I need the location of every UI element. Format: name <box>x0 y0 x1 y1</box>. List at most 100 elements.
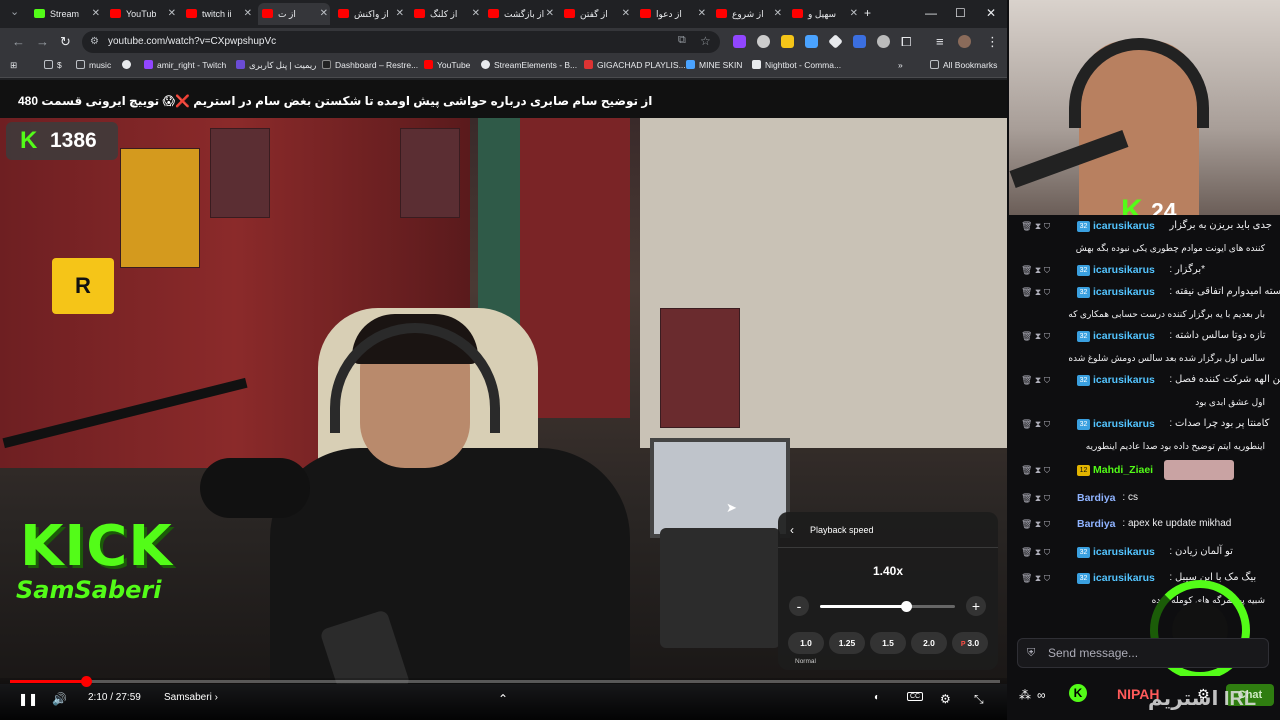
extensions-puzzle-icon[interactable]: ⧠ <box>901 34 911 50</box>
chat-username[interactable]: Bardiya <box>1077 487 1116 509</box>
chat-username[interactable]: icarusikarus <box>1093 325 1155 347</box>
chat-username[interactable]: icarusikarus <box>1093 567 1155 589</box>
moderation-tools-icon[interactable]: 🗑 ⧗ ⛉ <box>1021 259 1050 281</box>
emote-dots-icon[interactable]: ⁂ <box>1019 688 1031 702</box>
extension-icon[interactable] <box>828 34 843 49</box>
all-bookmarks-item[interactable]: All Bookmarks <box>930 60 997 70</box>
tab-8[interactable]: از دعوا ✕ <box>636 3 708 25</box>
chat-username[interactable]: icarusikarus <box>1093 281 1155 303</box>
close-tab-icon[interactable]: ✕ <box>622 3 630 25</box>
moderation-tools-icon[interactable]: 🗑 ⧗ ⛉ <box>1021 459 1050 481</box>
bookmark-item[interactable]: $ <box>44 60 62 70</box>
video-player[interactable]: R K 1386 KICK SamSaberi ‹ Playback speed… <box>0 118 1007 684</box>
bookmark-item[interactable]: amir_right - Twitch <box>144 60 226 70</box>
speed-preset-chip[interactable]: 2.0 <box>911 632 947 654</box>
back-icon[interactable]: ← <box>12 34 25 49</box>
browser-menu-icon[interactable]: ⋮ <box>986 34 999 50</box>
volume-icon[interactable]: 🔊 <box>52 692 67 706</box>
moderation-tools-icon[interactable]: 🗑 ⧗ ⛉ <box>1021 513 1050 535</box>
close-tab-icon[interactable]: ✕ <box>774 3 782 25</box>
bookmark-item[interactable]: music <box>76 60 111 70</box>
kick-emote-icon[interactable]: K <box>1069 684 1087 702</box>
chat-input[interactable]: ⛨ Send message... <box>1017 638 1269 668</box>
extension-icon[interactable] <box>853 35 866 48</box>
infinity-icon[interactable]: ∞ <box>1037 688 1046 702</box>
new-tab-button[interactable]: + <box>864 6 871 20</box>
forward-icon[interactable]: → <box>36 34 49 49</box>
bookmark-item[interactable]: YouTube <box>424 60 470 70</box>
chat-username[interactable]: icarusikarus <box>1093 259 1155 281</box>
speed-preset-chip[interactable]: 1.0 <box>788 632 824 654</box>
close-tab-icon[interactable]: ✕ <box>396 3 404 25</box>
close-tab-icon[interactable]: ✕ <box>698 3 706 25</box>
tab-4[interactable]: از واکنش ✕ <box>334 3 406 25</box>
tab-5[interactable]: از کلنگ ✕ <box>410 3 482 25</box>
chat-username[interactable]: icarusikarus <box>1093 369 1155 391</box>
moderation-tools-icon[interactable]: 🗑 ⧗ ⛉ <box>1021 325 1050 347</box>
progress-bar[interactable] <box>10 676 1000 687</box>
tab-6[interactable]: از بازگشت ✕ <box>484 3 556 25</box>
tab-0[interactable]: Stream ✕ <box>30 3 102 25</box>
tab-9[interactable]: از شروع ✕ <box>712 3 784 25</box>
twitch-extension-icon[interactable] <box>733 35 746 48</box>
close-tab-icon[interactable]: ✕ <box>320 3 328 25</box>
more-bookmarks-icon[interactable]: » <box>898 60 903 70</box>
reload-icon[interactable]: ↻ <box>60 34 71 50</box>
moderation-tools-icon[interactable]: 🗑 ⧗ ⛉ <box>1021 369 1050 391</box>
speed-preset-chip[interactable]: 1.25 <box>829 632 865 654</box>
maximize-button[interactable]: ☐ <box>955 6 966 20</box>
close-window-button[interactable]: ✕ <box>986 6 996 20</box>
bookmark-item[interactable]: Nightbot - Comma... <box>752 60 841 70</box>
tab-7[interactable]: از گفتن ✕ <box>560 3 632 25</box>
progress-scrubber[interactable] <box>81 676 93 687</box>
tab-2[interactable]: twitch ii ✕ <box>182 3 254 25</box>
chat-username[interactable]: icarusikarus <box>1093 215 1155 237</box>
tab-3[interactable]: از ت ✕ <box>258 3 330 25</box>
moderation-tools-icon[interactable]: 🗑 ⧗ ⛉ <box>1021 413 1050 435</box>
close-tab-icon[interactable]: ✕ <box>472 3 480 25</box>
speed-preset-chip-premium[interactable]: P 3.0 <box>952 632 988 654</box>
moderation-tools-icon[interactable]: 🗑 ⧗ ⛉ <box>1021 541 1050 563</box>
reading-list-icon[interactable]: ≡ <box>936 34 944 49</box>
extension-icon[interactable] <box>877 35 890 48</box>
apps-grid-icon[interactable]: ⊞ <box>10 60 17 71</box>
autoplay-toggle[interactable]: ◐ <box>874 692 880 703</box>
speed-slider[interactable] <box>820 601 955 612</box>
bookmark-item[interactable]: MINE SKIN <box>686 60 742 70</box>
bookmark-star-icon[interactable]: ☆ <box>700 34 711 48</box>
close-tab-icon[interactable]: ✕ <box>92 3 100 25</box>
chevron-up-icon[interactable]: ⌃ <box>498 692 508 706</box>
close-tab-icon[interactable]: ✕ <box>168 3 176 25</box>
chat-username[interactable]: Bardiya <box>1077 513 1116 535</box>
extension-icon[interactable] <box>781 35 794 48</box>
url-input[interactable]: ⚙ youtube.com/watch?v=CXpwpshupVc <box>82 31 720 53</box>
bookmark-item[interactable]: GIGACHAD PLAYLIS... <box>584 60 686 70</box>
playback-speed-header[interactable]: ‹ Playback speed <box>778 512 998 548</box>
chat-username[interactable]: icarusikarus <box>1093 413 1155 435</box>
bookmark-item[interactable]: Dashboard – Restre... <box>322 60 418 70</box>
close-tab-icon[interactable]: ✕ <box>244 3 252 25</box>
channel-chapter-link[interactable]: Samsaberi › <box>164 692 218 703</box>
moderation-tools-icon[interactable]: 🗑 ⧗ ⛉ <box>1021 281 1050 303</box>
chat-username[interactable]: icarusikarus <box>1093 541 1155 563</box>
extension-icon[interactable] <box>757 35 770 48</box>
moderation-tools-icon[interactable]: 🗑 ⧗ ⛉ <box>1021 215 1050 237</box>
bookmark-item[interactable]: StreamElements - B... <box>481 60 577 70</box>
close-tab-icon[interactable]: ✕ <box>850 3 858 25</box>
exit-fullscreen-icon[interactable]: ⤡ <box>974 692 984 707</box>
captions-icon[interactable]: CC <box>907 692 924 701</box>
back-chevron-icon[interactable]: ‹ <box>790 512 794 548</box>
minimize-button[interactable]: — <box>925 6 937 20</box>
site-info-icon[interactable]: ⚙ <box>90 31 99 53</box>
profile-avatar[interactable] <box>958 35 971 48</box>
tab-1[interactable]: YouTub ✕ <box>106 3 178 25</box>
bookmark-item[interactable]: ریمیت | پنل کاربری <box>236 60 316 71</box>
install-app-icon[interactable]: ⧉ <box>678 34 686 47</box>
extension-icon[interactable] <box>805 35 818 48</box>
chat-username[interactable]: Mahdi_Ziaei <box>1093 459 1153 481</box>
tab-search-icon[interactable]: ⌄ <box>10 5 19 18</box>
speed-slider-thumb[interactable] <box>901 601 913 612</box>
speed-preset-chip[interactable]: 1.5 <box>870 632 906 654</box>
pause-icon[interactable]: ❚❚ <box>18 692 38 706</box>
close-tab-icon[interactable]: ✕ <box>546 3 554 25</box>
